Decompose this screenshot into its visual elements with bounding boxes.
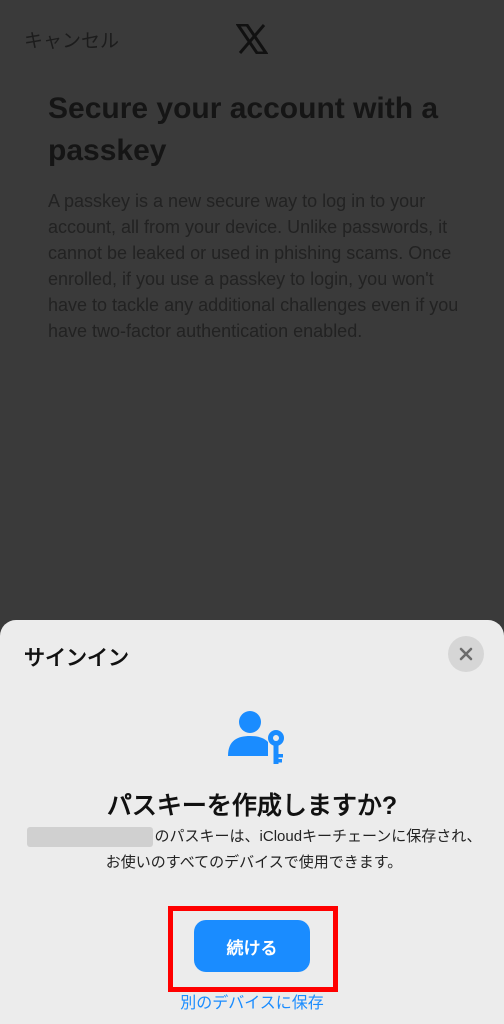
sheet-description: のパスキーは、iCloudキーチェーンに保存され、お使いのすべてのデバイスで使用… xyxy=(24,824,484,876)
page-description: A passkey is a new secure way to log in … xyxy=(48,191,459,341)
sheet-title: サインイン xyxy=(24,647,129,670)
close-button[interactable] xyxy=(448,636,484,672)
sheet-heading: パスキーを作成しますか? xyxy=(106,792,398,820)
sheet-description-text: のパスキーは、iCloudキーチェーンに保存され、お使いのすべてのデバイスで使用… xyxy=(105,828,482,871)
x-logo-icon xyxy=(236,24,268,54)
redacted-account-name xyxy=(26,827,153,848)
continue-button[interactable]: 続ける xyxy=(194,920,310,972)
save-other-device-link[interactable]: 別のデバイスに保存 xyxy=(0,989,504,1013)
passkey-icon xyxy=(228,711,284,764)
page-title: Secure your account with a passkey xyxy=(48,92,439,167)
cancel-button[interactable]: キャンセル xyxy=(24,26,119,53)
close-icon xyxy=(459,647,473,661)
passkey-sheet: サインイン パスキーを作成しますか? のパスキーは、iCloudキーチェーンに保… xyxy=(0,620,504,1024)
